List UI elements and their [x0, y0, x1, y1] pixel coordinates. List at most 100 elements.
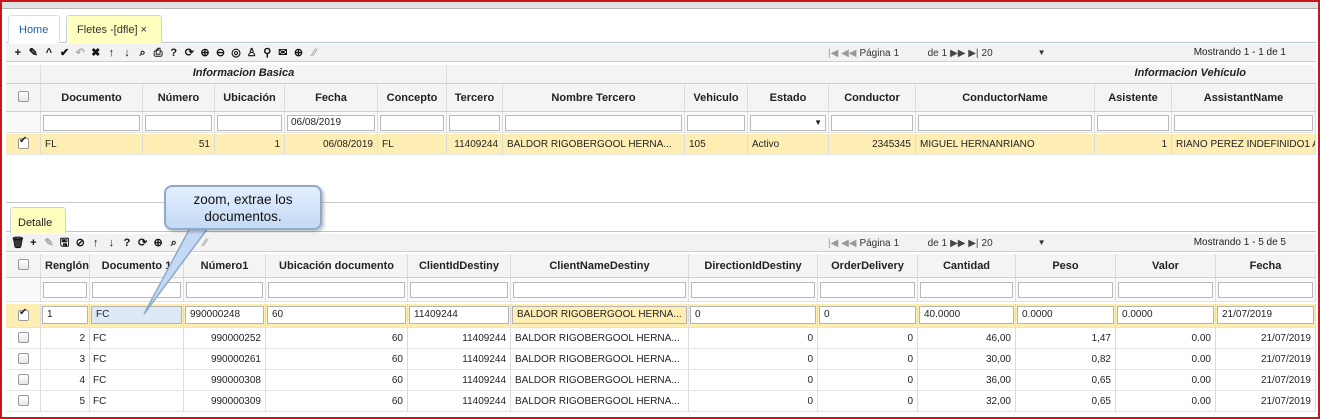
page-size-select[interactable]: 20	[982, 48, 1046, 59]
save-icon[interactable]: 🖫	[57, 236, 73, 250]
table-row[interactable]: 3 FC 990000261 60 11409244 BALDOR RIGOBERGOOL…	[6, 349, 1316, 370]
edit-peso[interactable]: 0.0000	[1017, 306, 1114, 324]
tab-detalle[interactable]: Detalle	[10, 207, 66, 233]
refresh-icon[interactable]: ⟳	[182, 46, 198, 60]
check-icon[interactable]: ✔	[57, 46, 73, 60]
select-all-checkbox[interactable]	[18, 259, 29, 270]
edit-valor[interactable]: 0.0000	[1117, 306, 1214, 324]
filter-valor[interactable]	[1118, 282, 1213, 298]
col-header-directioniddestiny[interactable]: DirectionIdDestiny	[689, 254, 818, 277]
col-header-numero[interactable]: Número	[143, 84, 215, 111]
search-icon[interactable]: ⌕	[135, 46, 151, 60]
filter-conductor[interactable]	[831, 115, 913, 131]
edit-icon[interactable]: ✎	[26, 46, 42, 60]
edit-renglon[interactable]: 1	[42, 306, 88, 324]
edit-ubicacion-documento[interactable]: 60	[267, 306, 406, 324]
pager-page-input[interactable]: 1	[894, 48, 920, 59]
zoom-out-icon[interactable]: ⊖	[213, 46, 229, 60]
zoom-in-icon[interactable]: ⊕	[197, 46, 213, 60]
pager-page-input[interactable]: 1	[894, 238, 920, 249]
col-header-clientnamedestiny[interactable]: ClientNameDestiny	[511, 254, 689, 277]
pager-first-prev-icon[interactable]: |◀ ◀◀	[828, 48, 856, 59]
col-header-asistente[interactable]: Asistente	[1095, 84, 1172, 111]
cancel-icon[interactable]: ⊘	[72, 236, 88, 250]
col-header-clientiddestiny[interactable]: ClientIdDestiny	[408, 254, 511, 277]
col-header-conductor[interactable]: Conductor	[829, 84, 916, 111]
tab-fletes[interactable]: Fletes -[dfle] ×	[66, 15, 162, 43]
col-header-nombre-tercero[interactable]: Nombre Tercero	[503, 84, 685, 111]
filter-documento[interactable]	[43, 115, 140, 131]
col-header-peso[interactable]: Peso	[1016, 254, 1116, 277]
arrow-up-icon[interactable]: ↑	[104, 46, 120, 60]
edit-clientnamedestiny[interactable]: BALDOR RIGOBERGOOL HERNA...	[512, 306, 687, 324]
col-header-conductorname[interactable]: ConductorName	[916, 84, 1095, 111]
print-icon[interactable]: ⎙	[150, 46, 166, 60]
edit-directioniddestiny[interactable]: 0	[690, 306, 816, 324]
col-header-assistantname[interactable]: AssistantName	[1172, 84, 1316, 111]
user-icon[interactable]: ♙	[244, 46, 260, 60]
filter-fecha[interactable]: 06/08/2019	[287, 115, 375, 131]
row-checkbox[interactable]	[18, 307, 29, 321]
filter-concepto[interactable]	[380, 115, 444, 131]
filter-asistente[interactable]	[1097, 115, 1169, 131]
filter-fecha[interactable]	[1218, 282, 1313, 298]
filter-numero[interactable]	[145, 115, 212, 131]
arrow-down-icon[interactable]: ↓	[104, 236, 120, 250]
table-row[interactable]: FL51106/08/2019FL11409244BALDOR RIGOBERG…	[6, 134, 1316, 155]
page-size-select[interactable]: 20	[982, 238, 1046, 249]
close-icon[interactable]: ×	[141, 24, 147, 36]
col-header-vehiculo[interactable]: Vehiculo	[685, 84, 748, 111]
edit-clientiddestiny[interactable]: 11409244	[409, 306, 509, 324]
arrow-up-icon[interactable]: ↑	[88, 236, 104, 250]
filter-ubicacion[interactable]	[217, 115, 282, 131]
add-icon[interactable]: +	[10, 46, 26, 60]
col-header-estado[interactable]: Estado	[748, 84, 829, 111]
filter-estado[interactable]	[750, 115, 826, 131]
chevron-up-icon[interactable]: ^	[41, 46, 57, 60]
filter-directioniddestiny[interactable]	[691, 282, 815, 298]
filter-cantidad[interactable]	[920, 282, 1013, 298]
pager-first-prev-icon[interactable]: |◀ ◀◀	[828, 238, 856, 249]
arrow-down-icon[interactable]: ↓	[119, 46, 135, 60]
col-header-documento[interactable]: Documento	[41, 84, 143, 111]
table-row[interactable]: 5 FC 990000309 60 11409244 BALDOR RIGOBERGOOL…	[6, 391, 1316, 412]
filter-clientnamedestiny[interactable]	[513, 282, 686, 298]
mail-icon[interactable]: ✉	[275, 46, 291, 60]
edit-cantidad[interactable]: 40.0000	[919, 306, 1014, 324]
row-checkbox[interactable]	[18, 135, 29, 149]
col-header-fecha[interactable]: Fecha	[285, 84, 378, 111]
col-header-ubicacion[interactable]: Ubicación	[215, 84, 285, 111]
plus-circle-icon[interactable]: ⊕	[291, 46, 307, 60]
tab-home[interactable]: Home	[8, 15, 60, 43]
row-checkbox[interactable]	[18, 395, 29, 406]
add-icon[interactable]: +	[26, 236, 42, 250]
col-header-valor[interactable]: Valor	[1116, 254, 1216, 277]
filter-assistantname[interactable]	[1174, 115, 1313, 131]
select-all-checkbox[interactable]	[18, 91, 29, 102]
col-header-concepto[interactable]: Concepto	[378, 84, 447, 111]
pager-next-last-icon[interactable]: ▶▶ ▶|	[950, 238, 978, 249]
delete-icon[interactable]: ✖	[88, 46, 104, 60]
filter-ubicacion-documento[interactable]	[268, 282, 405, 298]
edit-fecha[interactable]: 21/07/2019	[1217, 306, 1314, 324]
col-header-orderdelivery[interactable]: OrderDelivery	[818, 254, 918, 277]
filter-renglon[interactable]	[43, 282, 87, 298]
row-checkbox[interactable]	[18, 374, 29, 385]
help-icon[interactable]: ?	[166, 46, 182, 60]
col-header-fecha[interactable]: Fecha	[1216, 254, 1316, 277]
filter-peso[interactable]	[1018, 282, 1113, 298]
row-checkbox[interactable]	[18, 353, 29, 364]
col-header-cantidad[interactable]: Cantidad	[918, 254, 1016, 277]
filter-clientiddestiny[interactable]	[410, 282, 508, 298]
col-header-tercero[interactable]: Tercero	[447, 84, 503, 111]
col-header-ubicacion-documento[interactable]: Ubicación documento	[266, 254, 408, 277]
col-header-renglon[interactable]: Renglón	[41, 254, 90, 277]
pin-icon[interactable]: ⚲	[260, 46, 276, 60]
filter-orderdelivery[interactable]	[820, 282, 915, 298]
filter-vehiculo[interactable]	[687, 115, 745, 131]
table-row[interactable]: 2 FC 990000252 60 11409244 BALDOR RIGOBERGOOL…	[6, 328, 1316, 349]
trash-icon[interactable]: 🗑	[10, 236, 26, 250]
filter-nombre-tercero[interactable]	[505, 115, 682, 131]
row-checkbox[interactable]	[18, 332, 29, 343]
edit-orderdelivery[interactable]: 0	[819, 306, 916, 324]
